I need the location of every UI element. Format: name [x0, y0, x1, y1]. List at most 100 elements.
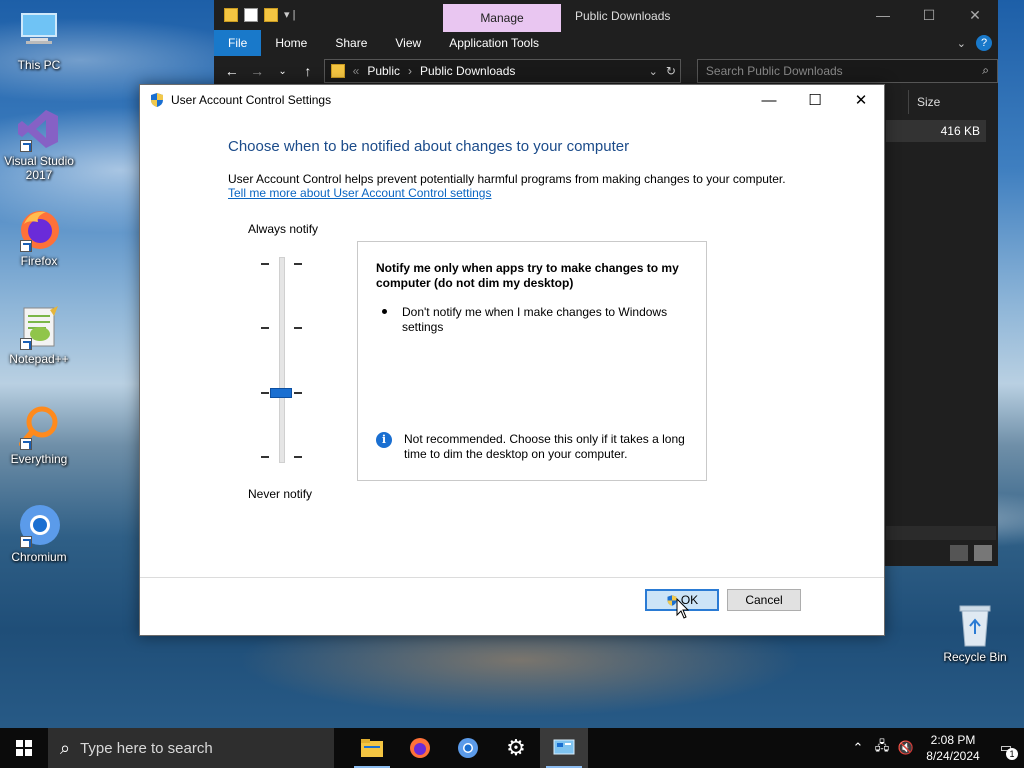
desktop-icon-firefox[interactable]: Firefox	[4, 206, 74, 268]
explorer-window-controls: — ☐ ✕	[860, 0, 998, 30]
taskbar-app-chromium[interactable]	[444, 728, 492, 768]
properties-icon[interactable]	[244, 8, 258, 22]
recycle-bin-icon	[952, 602, 998, 648]
minimize-icon[interactable]: —	[860, 0, 906, 30]
maximize-icon[interactable]: ☐	[906, 0, 952, 30]
breadcrumb-overflow[interactable]: «	[353, 64, 360, 78]
desktop-icon-label: Everything	[10, 452, 68, 466]
tab-application-tools[interactable]: Application Tools	[435, 30, 553, 56]
network-icon[interactable]: 🖧	[870, 737, 894, 759]
start-button[interactable]	[0, 728, 48, 768]
shortcut-arrow-icon	[20, 240, 32, 252]
desktop-icon-chromium[interactable]: Chromium	[4, 502, 74, 564]
clock-time: 2:08 PM	[930, 733, 976, 747]
up-arrow-icon[interactable]: ↑	[298, 63, 317, 79]
notification-level-slider-track[interactable]	[279, 257, 285, 463]
desktop-icon-recycle-bin[interactable]: Recycle Bin	[940, 602, 1010, 664]
folder-icon	[330, 64, 345, 78]
shortcut-arrow-icon	[20, 536, 32, 548]
notification-level-slider-thumb[interactable]	[270, 387, 292, 398]
address-dropdown-icon[interactable]: ⌄	[649, 65, 658, 78]
clock-date: 8/24/2024	[926, 749, 980, 763]
desktop-icon-notepad-plus-plus[interactable]: Notepad++	[4, 304, 74, 366]
maximize-icon[interactable]: ☐	[792, 85, 838, 115]
customize-toolbar-icon[interactable]: ▾ |	[284, 8, 295, 22]
notification-level-description: Notify me only when apps try to make cha…	[357, 241, 707, 481]
uac-description: User Account Control helps prevent poten…	[228, 172, 786, 186]
shortcut-arrow-icon	[20, 338, 32, 350]
uac-shield-icon	[149, 92, 165, 108]
this-pc-icon	[16, 10, 62, 56]
slider-tick	[261, 456, 269, 458]
slider-tick	[261, 263, 269, 265]
taskbar-app-file-explorer[interactable]	[348, 728, 396, 768]
slider-label-never-notify: Never notify	[248, 487, 313, 501]
notepad-plus-plus-icon	[16, 304, 62, 350]
taskbar-app-uac-settings[interactable]	[540, 728, 588, 768]
chromium-icon	[16, 502, 62, 548]
file-explorer-icon	[361, 739, 383, 757]
close-icon[interactable]: ✕	[952, 0, 998, 30]
taskbar-app-settings[interactable]: ⚙	[492, 728, 540, 768]
tab-view[interactable]: View	[381, 30, 435, 56]
desktop-icon-visual-studio[interactable]: Visual Studio 2017	[4, 106, 74, 182]
shortcut-arrow-icon	[20, 438, 32, 450]
column-header-size[interactable]: Size	[908, 90, 990, 114]
minimize-icon[interactable]: —	[746, 85, 792, 115]
control-panel-icon	[553, 739, 575, 755]
notification-center-icon[interactable]: ▭ 1	[988, 740, 1024, 760]
search-icon[interactable]: ⌕	[982, 63, 989, 78]
cancel-button[interactable]: Cancel	[727, 589, 801, 611]
close-icon[interactable]: ✕	[838, 85, 884, 115]
folder-icon[interactable]	[224, 8, 238, 22]
slider-tick	[294, 263, 302, 265]
breadcrumb-public-downloads[interactable]: Public Downloads	[420, 64, 515, 78]
tab-share[interactable]: Share	[321, 30, 381, 56]
tab-manage[interactable]: Manage	[443, 4, 561, 32]
details-view-icon[interactable]	[950, 545, 968, 561]
quick-access-toolbar: ▾ |	[224, 8, 295, 22]
taskbar-search-placeholder: Type here to search	[80, 739, 213, 757]
back-arrow-icon[interactable]: ←	[222, 63, 241, 79]
show-hidden-icons-chevron-icon[interactable]: ⌃	[846, 740, 870, 756]
ribbon-expand-chevron-icon[interactable]: ⌄	[957, 37, 966, 50]
system-tray: ⌃ 🖧 🔇 2:08 PM 8/24/2024 ▭ 1	[846, 728, 1024, 768]
uac-learn-more-link[interactable]: Tell me more about User Account Control …	[228, 186, 491, 200]
address-row: ← → ⌄ ↑ « Public › Public Downloads ⌄ ↻ …	[214, 56, 998, 86]
level-bullet-text: Don't notify me when I make changes to W…	[402, 305, 668, 334]
help-icon[interactable]: ?	[976, 35, 992, 51]
breadcrumb-public[interactable]: Public	[367, 64, 400, 78]
new-folder-icon[interactable]	[264, 8, 278, 22]
desktop-icon-label: Firefox	[20, 254, 58, 268]
horizontal-scrollbar[interactable]	[886, 526, 996, 540]
tab-home[interactable]: Home	[261, 30, 321, 56]
desktop-icon-label: Chromium	[11, 550, 67, 564]
breadcrumb-separator-icon: ›	[408, 64, 412, 78]
recent-locations-chevron-icon[interactable]: ⌄	[273, 66, 292, 77]
taskbar-clock[interactable]: 2:08 PM 8/24/2024	[918, 732, 988, 764]
refresh-icon[interactable]: ↻	[666, 64, 680, 78]
address-bar[interactable]: « Public › Public Downloads ⌄ ↻	[323, 59, 681, 83]
search-icon: ⌕	[60, 737, 71, 758]
desktop-icon-this-pc[interactable]: This PC	[4, 10, 74, 72]
explorer-title-bar: ▾ | Manage Public Downloads — ☐ ✕	[214, 0, 998, 32]
forward-arrow-icon[interactable]: →	[247, 63, 266, 79]
taskbar-search-box[interactable]: ⌕ Type here to search	[48, 728, 334, 768]
explorer-status-bar	[886, 540, 998, 566]
taskbar: ⌕ Type here to search ⚙ ⌃ 🖧 🔇 2:08 PM 8/…	[0, 728, 1024, 768]
taskbar-app-firefox[interactable]	[396, 728, 444, 768]
uac-footer: OK Cancel	[140, 577, 884, 635]
desktop-icon-everything[interactable]: Everything	[4, 404, 74, 466]
info-icon: i	[376, 432, 392, 448]
bullet-icon	[382, 309, 387, 314]
windows-logo-icon	[16, 740, 32, 756]
explorer-search-input[interactable]: Search Public Downloads ⌕	[696, 59, 998, 83]
large-icons-view-icon[interactable]	[974, 545, 992, 561]
tab-file[interactable]: File	[214, 30, 262, 56]
ribbon-tabs: File Home Share View Application Tools ⌄…	[214, 30, 998, 56]
firefox-icon	[410, 738, 430, 758]
volume-muted-icon[interactable]: 🔇	[894, 740, 918, 756]
file-row-size[interactable]: 416 KB	[886, 120, 986, 142]
level-title: Notify me only when apps try to make cha…	[376, 261, 679, 290]
desktop-icon-label: Notepad++	[9, 352, 69, 366]
